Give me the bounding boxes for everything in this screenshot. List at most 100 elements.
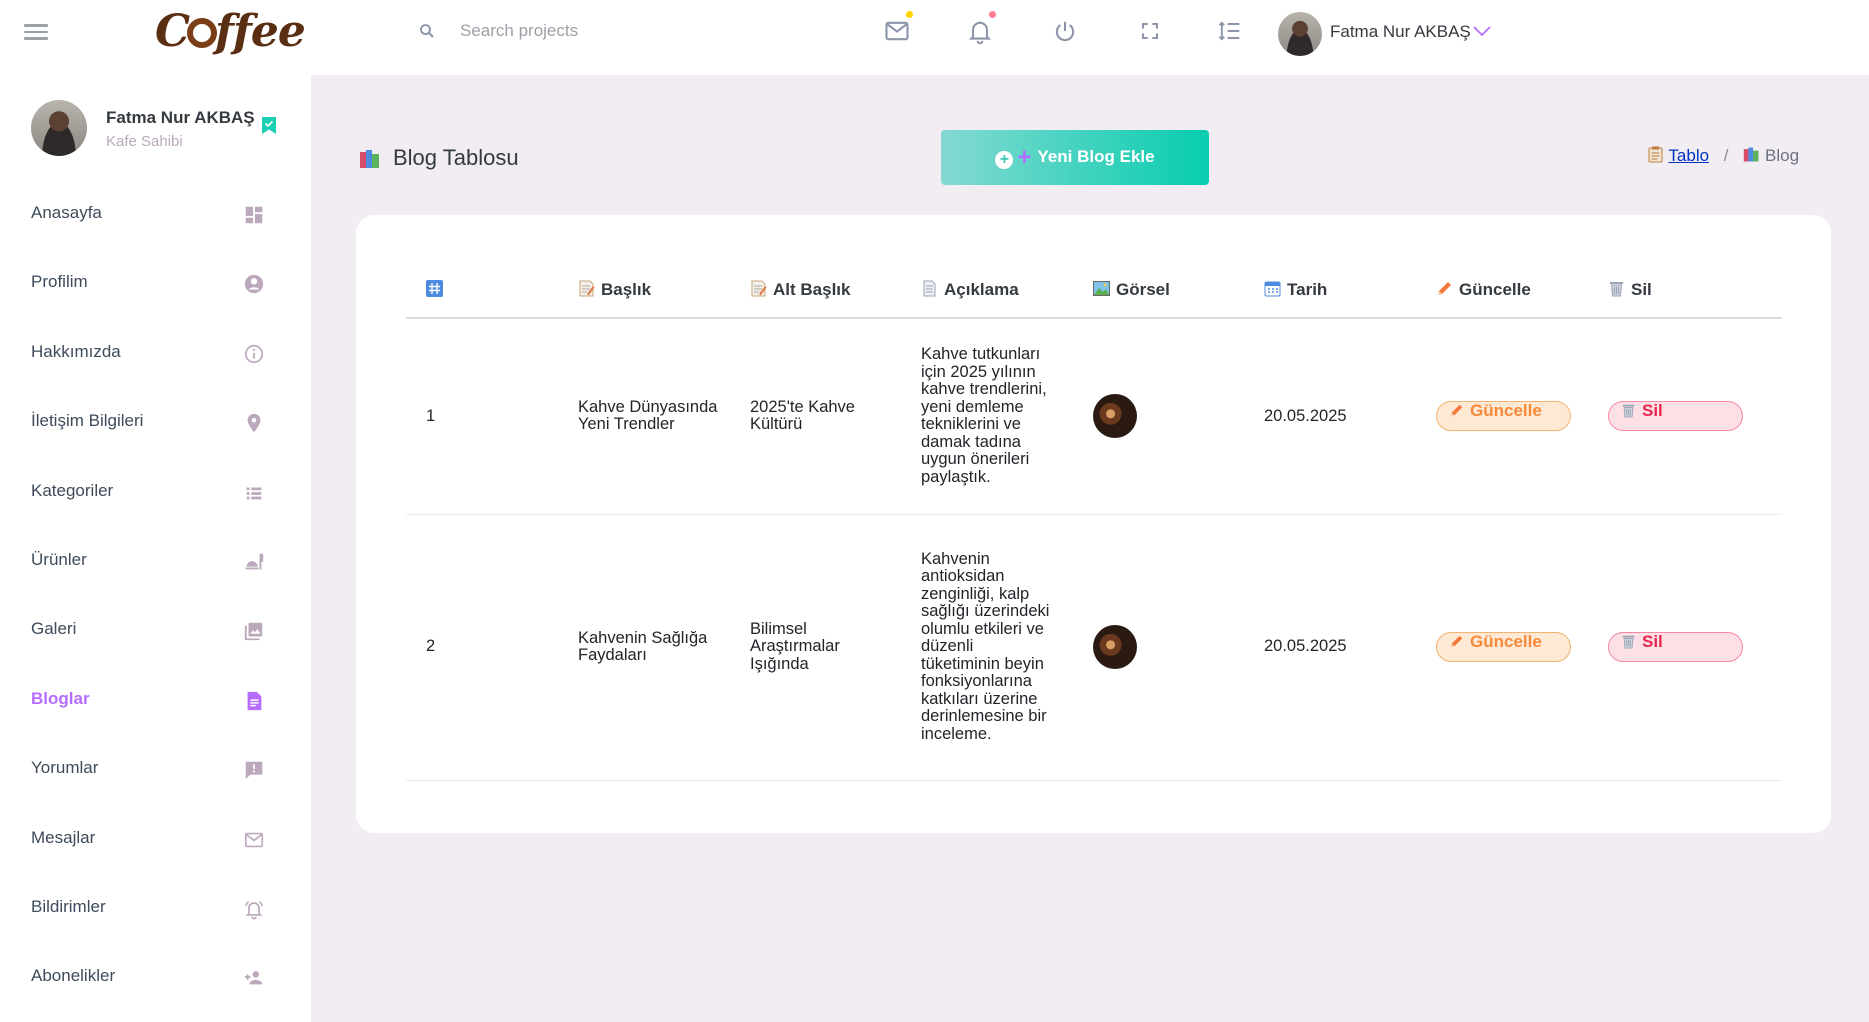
sidebar-item-profilim[interactable]: Profilim [0, 249, 311, 318]
column-header-delete: Sil [1608, 263, 1782, 319]
column-header-date: Tarih [1264, 263, 1436, 319]
blog-thumbnail [1093, 625, 1137, 669]
update-button[interactable]: Güncelle [1436, 401, 1571, 432]
bell-ring-icon [245, 901, 263, 920]
column-header-title: Başlık [578, 263, 750, 319]
sidebar-item-bildirimler[interactable]: Bildirimler [0, 874, 311, 943]
sidebar-item-galeri[interactable]: Galeri [0, 596, 311, 665]
row-title: Kahve Dünyasında Yeni Trendler [578, 397, 718, 434]
gallery-icon [244, 623, 263, 641]
calendar-icon [1264, 281, 1281, 297]
plus-icon: + [1017, 143, 1032, 171]
list-icon[interactable] [1216, 17, 1244, 45]
dashboard-icon [245, 206, 263, 224]
menu-icon[interactable] [24, 20, 52, 44]
search-icon [420, 24, 434, 38]
mail-icon [244, 832, 264, 847]
sidebar-profile-role: Kafe Sahibi [106, 133, 183, 150]
column-header-update: Güncelle [1436, 263, 1608, 319]
sidebar: Fatma Nur AKBAŞ Kafe Sahibi Anasayfa Pro… [0, 75, 311, 1022]
sidebar-item-yorumlar[interactable]: Yorumlar [0, 735, 311, 804]
mail-icon[interactable] [883, 11, 913, 45]
brand-logo[interactable]: Cffee [155, 6, 306, 57]
add-blog-button-label: Yeni Blog Ekle [1037, 146, 1155, 166]
sidebar-item-label: Galeri [31, 619, 77, 639]
clipboard-icon [1648, 146, 1663, 163]
row-subtitle: 2025'te Kahve Kültürü [750, 397, 855, 434]
update-button[interactable]: Güncelle [1436, 632, 1571, 662]
sidebar-item-abonelikler[interactable]: Abonelikler [0, 943, 311, 1012]
delete-button[interactable]: Sil [1608, 632, 1743, 662]
update-button-label: Güncelle [1470, 401, 1542, 421]
books-icon [360, 150, 379, 168]
avatar [31, 100, 87, 156]
add-blog-button[interactable]: + + Yeni Blog Ekle [941, 130, 1209, 185]
row-subtitle-cell: 2025'te Kahve Kültürü [750, 318, 921, 515]
document-icon [923, 280, 936, 297]
row-update-cell: Güncelle [1436, 514, 1608, 781]
sidebar-item-mesajlar[interactable]: Mesajlar [0, 805, 311, 874]
column-header-number [406, 263, 578, 319]
row-subtitle: Bilimsel Araştırmalar Işığında [750, 619, 840, 673]
update-button-label: Güncelle [1470, 632, 1542, 651]
sidebar-item-label: Mesajlar [31, 827, 96, 847]
account-circle-icon [244, 275, 264, 294]
memo-icon [579, 280, 595, 297]
sidebar-menu: Anasayfa Profilim Hakkımızda İletişim Bi… [0, 180, 311, 1013]
sidebar-item-label: Bloglar [31, 688, 90, 708]
sidebar-item-kategoriler[interactable]: Kategoriler [0, 458, 311, 527]
bell-notification-dot [989, 11, 996, 18]
breadcrumb-current: Blog [1765, 146, 1800, 165]
blog-thumbnail [1093, 394, 1137, 439]
bell-icon[interactable] [966, 11, 996, 45]
sidebar-item-hakkimizda[interactable]: Hakkımızda [0, 319, 311, 388]
plus-circle-icon: + [995, 150, 1014, 169]
top-navbar: Cffee Fatma Nur AKBAŞ [0, 0, 1869, 75]
info-icon [244, 344, 264, 363]
chevron-down-icon [1473, 26, 1491, 37]
power-icon[interactable] [1051, 17, 1079, 45]
comment-icon [245, 761, 263, 780]
breadcrumb-link-tablo[interactable]: Tablo [1668, 146, 1709, 165]
row-title: Kahvenin Sağlığa Faydaları [578, 628, 708, 664]
column-header-label: Sil [1631, 280, 1652, 299]
page-title-text: Blog Tablosu [393, 145, 519, 170]
column-header-label: Başlık [601, 280, 652, 299]
row-delete-cell: Sil [1608, 318, 1782, 515]
column-header-label: Tarih [1287, 280, 1328, 299]
sidebar-item-label: Profilim [31, 272, 88, 292]
row-title-cell: Kahvenin Sağlığa Faydaları [578, 514, 750, 781]
pencil-icon [1450, 405, 1463, 417]
sidebar-profile[interactable]: Fatma Nur AKBAŞ Kafe Sahibi [31, 100, 291, 160]
column-header-label: Açıklama [944, 280, 1019, 299]
blog-table-card: Başlık Alt Başlık Açıklama Görsel Tarih … [356, 215, 1831, 833]
row-date: 20.05.2025 [1264, 514, 1436, 781]
picture-icon [1093, 281, 1110, 296]
sidebar-item-urunler[interactable]: Ürünler [0, 527, 311, 596]
row-number: 1 [406, 318, 578, 515]
delete-button[interactable]: Sil [1608, 401, 1743, 432]
sidebar-item-bloglar[interactable]: Bloglar [0, 666, 311, 735]
sidebar-item-label: Ürünler [31, 549, 87, 569]
delete-button-label: Sil [1642, 401, 1663, 421]
table-row: 1 Kahve Dünyasında Yeni Trendler 2025'te… [406, 318, 1782, 515]
avatar [1278, 12, 1322, 56]
pencil-icon [1438, 282, 1451, 295]
user-add-icon [244, 971, 263, 985]
search-input[interactable] [460, 18, 780, 44]
trash-icon [1622, 635, 1635, 649]
table-row: 2 Kahvenin Sağlığa Faydaları Bilimsel Ar… [406, 514, 1782, 781]
column-header-image: Görsel [1093, 263, 1264, 319]
row-date: 20.05.2025 [1264, 318, 1436, 515]
hash-icon [426, 280, 443, 297]
sidebar-item-iletisim-bilgileri[interactable]: İletişim Bilgileri [0, 388, 311, 457]
navbar-user-name: Fatma Nur AKBAŞ [1330, 22, 1471, 41]
sidebar-item-label: Kategoriler [31, 480, 114, 500]
row-image-cell [1093, 514, 1264, 781]
row-delete-cell: Sil [1608, 514, 1782, 781]
trash-icon [1610, 282, 1623, 297]
fullscreen-icon[interactable] [1136, 17, 1164, 45]
row-title-cell: Kahve Dünyasında Yeni Trendler [578, 318, 750, 515]
sidebar-item-anasayfa[interactable]: Anasayfa [0, 180, 311, 249]
pencil-icon [1450, 635, 1463, 648]
